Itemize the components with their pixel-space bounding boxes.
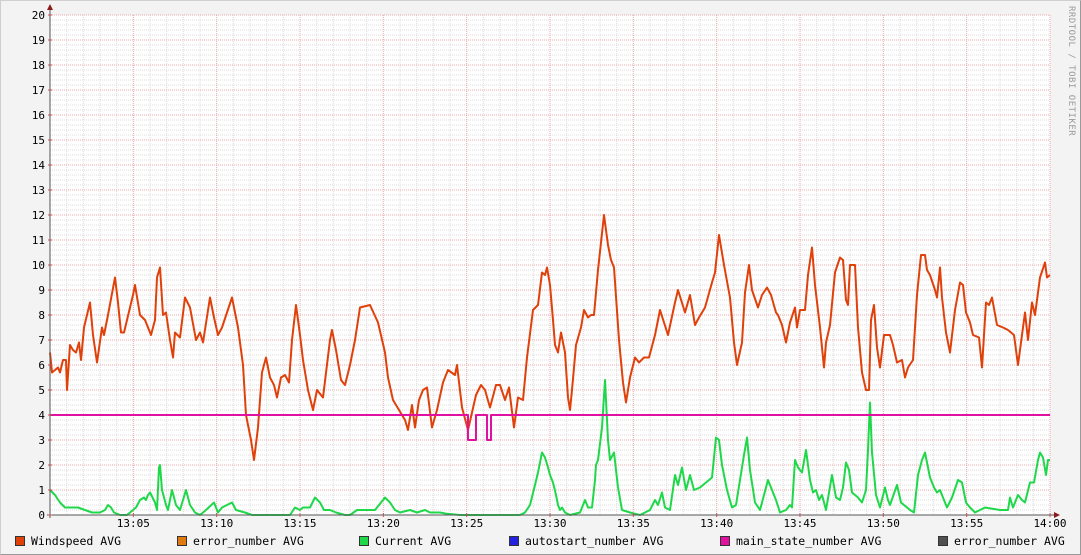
legend-item: autostart_number AVG [509, 534, 663, 548]
y-tick-label: 18 [32, 59, 45, 72]
legend-item: main_state_number AVG [720, 534, 881, 548]
legend-label: Windspeed AVG [31, 534, 122, 548]
y-tick-label: 15 [32, 134, 45, 147]
y-tick-label: 14 [32, 159, 46, 172]
x-tick-label: 14:00 [1033, 517, 1066, 530]
y-tick-label: 16 [32, 109, 45, 122]
legend-item: error_number AVG [938, 534, 1065, 548]
legend-swatch [15, 536, 25, 546]
x-tick-label: 13:50 [867, 517, 900, 530]
y-tick-label: 5 [38, 384, 45, 397]
legend-swatch [938, 536, 948, 546]
legend-label: autostart_number AVG [525, 534, 664, 548]
legend-label: Current AVG [375, 534, 452, 548]
legend-label: error_number AVG [193, 534, 304, 548]
y-tick-label: 12 [32, 209, 45, 222]
x-tick-label: 13:20 [367, 517, 400, 530]
x-tick-label: 13:45 [783, 517, 816, 530]
y-tick-label: 4 [38, 409, 45, 422]
x-tick-label: 13:30 [533, 517, 566, 530]
y-tick-label: 7 [38, 334, 45, 347]
legend-swatch [509, 536, 519, 546]
y-tick-label: 2 [38, 459, 45, 472]
y-axis-arrow-icon [47, 4, 53, 10]
legend-item: Current AVG [359, 534, 451, 548]
y-tick-label: 0 [38, 509, 45, 522]
chart: 01234567891011121314151617181920 13:05 13… [32, 4, 1067, 530]
rrdtool-watermark: RRDTOOL / TOBI OETIKER [1066, 6, 1076, 137]
x-tick-label: 13:25 [450, 517, 483, 530]
y-tick-label: 1 [38, 484, 45, 497]
y-tick-label: 10 [32, 259, 45, 272]
legend-swatch [359, 536, 369, 546]
y-tick-label: 13 [32, 184, 45, 197]
y-tick-label: 17 [32, 84, 45, 97]
y-tick-label: 8 [38, 309, 45, 322]
x-tick-label: 13:40 [700, 517, 733, 530]
x-tick-label: 13:55 [950, 517, 983, 530]
legend-swatch [720, 536, 730, 546]
x-tick-label: 13:35 [617, 517, 650, 530]
y-tick-label: 9 [38, 284, 45, 297]
legend-item: error_number AVG [177, 534, 304, 548]
legend-label: main_state_number AVG [736, 534, 882, 548]
x-tick-label: 13:10 [200, 517, 233, 530]
x-tick-label: 13:15 [283, 517, 316, 530]
y-tick-label: 19 [32, 34, 45, 47]
y-tick-label: 11 [32, 234, 45, 247]
legend: Windspeed AVG error_number AVG Current AVG… [15, 534, 1075, 548]
legend-label: error_number AVG [954, 534, 1065, 548]
y-tick-label: 20 [32, 9, 45, 22]
y-axis-ticks: 01234567891011121314151617181920 [32, 9, 52, 522]
grid [50, 14, 1051, 515]
legend-item: Windspeed AVG [15, 534, 121, 548]
y-tick-label: 3 [38, 434, 45, 447]
legend-swatch [177, 536, 187, 546]
y-tick-label: 6 [38, 359, 45, 372]
x-tick-label: 13:05 [117, 517, 150, 530]
